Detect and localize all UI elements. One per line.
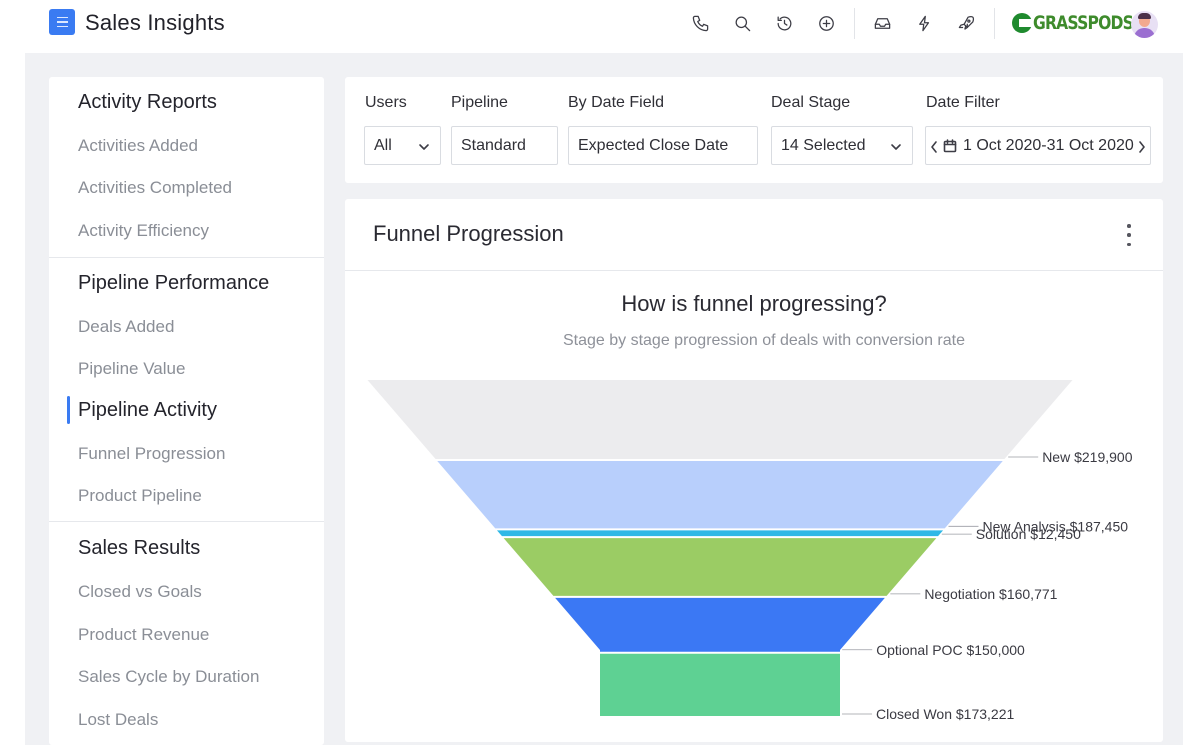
- chevron-down-icon: [890, 140, 902, 152]
- sidebar-heading-sales-results: Sales Results: [78, 537, 201, 559]
- menu-icon[interactable]: [49, 9, 75, 35]
- funnel-segment-optional-poc[interactable]: [555, 597, 885, 652]
- sidebar-item-pipeline-value[interactable]: Pipeline Value: [78, 359, 185, 379]
- deal-stage-label: Deal Stage: [771, 94, 851, 111]
- lightning-icon[interactable]: [913, 12, 935, 34]
- sidebar-item-activities-completed[interactable]: Activities Completed: [78, 178, 232, 198]
- app-title: Sales Insights: [85, 10, 225, 35]
- avatar[interactable]: [1131, 11, 1158, 38]
- date-filter-label: Date Filter: [926, 94, 1000, 111]
- sidebar-divider: [49, 257, 324, 258]
- sidebar-item-lost-deals[interactable]: Lost Deals: [78, 710, 158, 730]
- funnel-label-closed-won: Closed Won $173,221: [876, 706, 1014, 722]
- history-icon[interactable]: [773, 12, 795, 34]
- rocket-icon[interactable]: [955, 12, 977, 34]
- funnel-label-optional-poc: Optional POC $150,000: [876, 642, 1025, 658]
- chevron-left-icon[interactable]: [929, 140, 939, 154]
- inbox-icon[interactable]: [871, 12, 893, 34]
- pipeline-value: Standard: [461, 136, 526, 154]
- funnel-segment-closed-won[interactable]: [600, 653, 840, 716]
- sidebar-divider: [49, 521, 324, 522]
- deal-stage-select[interactable]: 14 Selected: [771, 126, 913, 165]
- sidebar-item-closed-vs-goals[interactable]: Closed vs Goals: [78, 582, 202, 602]
- date-field-label: By Date Field: [568, 94, 665, 111]
- users-select[interactable]: All: [364, 126, 441, 165]
- active-item-indicator: [67, 396, 70, 424]
- date-field-select[interactable]: Expected Close Date: [568, 126, 758, 165]
- funnel-label-solution: Solution $12,450: [976, 526, 1081, 542]
- sidebar-heading-pipeline-performance: Pipeline Performance: [78, 272, 270, 294]
- search-icon[interactable]: [731, 12, 753, 34]
- toolbar-separator: [854, 8, 855, 39]
- brand-text: GRASSPODS: [1033, 12, 1134, 34]
- sidebar-item-activity-efficiency[interactable]: Activity Efficiency: [78, 221, 209, 241]
- add-circle-icon[interactable]: [815, 12, 837, 34]
- funnel-label-negotiation: Negotiation $160,771: [924, 586, 1057, 602]
- sidebar-item-sales-cycle-by-duration[interactable]: Sales Cycle by Duration: [78, 667, 259, 687]
- funnel-segment-new[interactable]: [367, 380, 1073, 459]
- phone-icon[interactable]: [689, 12, 711, 34]
- funnel-segment-new-analysis[interactable]: [437, 460, 1003, 529]
- pipeline-label: Pipeline: [451, 94, 508, 111]
- funnel-segment-negotiation[interactable]: [503, 538, 937, 596]
- users-label: Users: [365, 94, 407, 111]
- report-sidebar: Activity Reports Activities Added Activi…: [49, 77, 324, 745]
- chevron-down-icon: [418, 140, 430, 152]
- sidebar-item-product-revenue[interactable]: Product Revenue: [78, 625, 209, 645]
- pipeline-select[interactable]: Standard: [451, 126, 558, 165]
- sidebar-item-product-pipeline[interactable]: Product Pipeline: [78, 486, 202, 506]
- funnel-segment-solution[interactable]: [496, 530, 944, 537]
- sidebar-heading-activity-reports: Activity Reports: [78, 91, 217, 113]
- date-field-value: Expected Close Date: [578, 136, 729, 154]
- date-filter-value: 1 Oct 2020-31 Oct 2020: [963, 136, 1134, 154]
- date-filter-range[interactable]: 1 Oct 2020-31 Oct 2020: [925, 126, 1151, 165]
- funnel-chart: New $219,900New Analysis $187,450Solutio…: [367, 380, 1133, 722]
- funnel-label-new: New $219,900: [1042, 449, 1133, 465]
- calendar-icon: [943, 139, 957, 153]
- deal-stage-value: 14 Selected: [781, 136, 866, 154]
- sidebar-item-deals-added[interactable]: Deals Added: [78, 317, 174, 337]
- toolbar-separator: [994, 8, 995, 39]
- brand-mark-icon: [1012, 13, 1032, 33]
- filter-bar: Users All Pipeline Standard By Date Fiel…: [345, 77, 1163, 183]
- sidebar-item-pipeline-activity[interactable]: Pipeline Activity: [78, 399, 217, 422]
- sidebar-item-funnel-progression[interactable]: Funnel Progression: [78, 444, 225, 464]
- chevron-right-icon[interactable]: [1137, 140, 1147, 154]
- sidebar-item-activities-added[interactable]: Activities Added: [78, 136, 198, 156]
- top-bar: Sales Insights GRASSPODS: [25, 0, 1183, 53]
- users-value: All: [374, 136, 392, 154]
